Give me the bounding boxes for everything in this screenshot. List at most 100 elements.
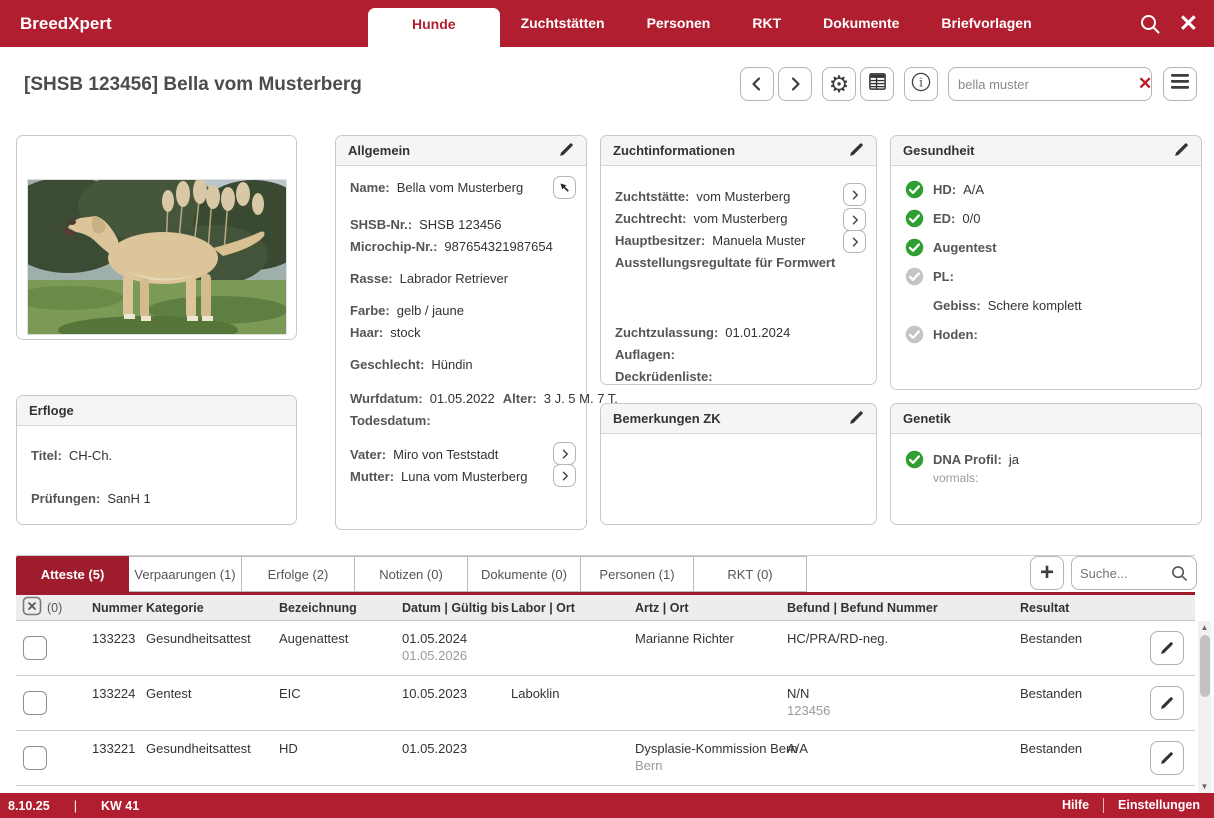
footer-separator: | <box>74 799 77 813</box>
edit-bemerkungen-button[interactable] <box>849 410 864 428</box>
genetik-card-header: Genetik <box>891 404 1201 434</box>
rasse-label: Rasse: <box>350 269 393 288</box>
col-datum[interactable]: Datum | Gültig bis <box>402 601 511 615</box>
allgemein-card: Allgemein Name: Bella vom Musterberg SHS… <box>335 135 587 530</box>
ed-label: ED: <box>933 211 955 226</box>
hoden-label: Hoden: <box>933 327 978 342</box>
scroll-up-arrow[interactable]: ▲ <box>1198 621 1211 634</box>
shsb-value: SHSB 123456 <box>419 215 501 234</box>
nav-tab-zuchtstaetten[interactable]: Zuchtstätten <box>500 0 626 47</box>
edit-row-button[interactable] <box>1150 631 1184 665</box>
settings-link[interactable]: Einstellungen <box>1104 793 1214 818</box>
col-bezeichnung[interactable]: Bezeichnung <box>279 601 402 615</box>
gear-icon: ⚙ <box>829 73 850 96</box>
cell-arzt: Marianne Richter <box>635 630 783 647</box>
farbe-label: Farbe: <box>350 301 390 320</box>
alter-label: Alter: <box>503 389 537 408</box>
goto-hauptbesitzer-button[interactable] <box>843 230 866 253</box>
dna-profil-value: ja <box>1009 452 1019 467</box>
vater-label: Vater: <box>350 445 386 464</box>
table-view-button[interactable] <box>860 67 894 101</box>
close-icon[interactable]: ✕ <box>1179 0 1198 47</box>
microchip-value: 987654321987654 <box>444 237 552 256</box>
col-kategorie[interactable]: Kategorie <box>146 601 279 615</box>
goto-zuchtstaette-button[interactable] <box>843 183 866 206</box>
gesundheit-card-title: Gesundheit <box>903 143 975 158</box>
zuchtinfo-card-title: Zuchtinformationen <box>613 143 735 158</box>
erfloge-card: Erfloge Titel:CH-Ch. Prüfungen:SanH 1 <box>16 395 297 525</box>
cell-kategorie: Gentest <box>146 676 279 730</box>
mutter-value: Luna vom Musterberg <box>401 467 527 486</box>
tab-dokumente[interactable]: Dokumente (0) <box>468 556 581 592</box>
nav-tab-personen[interactable]: Personen <box>626 0 732 47</box>
goto-mutter-button[interactable] <box>553 464 576 487</box>
table-scrollbar[interactable]: ▲ ▼ <box>1198 621 1211 793</box>
next-record-button[interactable] <box>778 67 812 101</box>
goto-zuchtrecht-button[interactable] <box>843 208 866 231</box>
detail-tabs: Atteste (5) Verpaarungen (1) Erfolge (2)… <box>16 556 807 592</box>
tab-erfolge[interactable]: Erfolge (2) <box>242 556 355 592</box>
edit-row-button[interactable] <box>1150 741 1184 775</box>
row-checkbox[interactable] <box>23 746 47 770</box>
tab-verpaarungen[interactable]: Verpaarungen (1) <box>129 556 242 592</box>
erfloge-card-title: Erfloge <box>29 403 74 418</box>
edit-allgemein-button[interactable] <box>559 142 574 160</box>
settings-button[interactable]: ⚙ <box>822 67 856 101</box>
edit-gesundheit-button[interactable] <box>1174 142 1189 160</box>
tab-notizen[interactable]: Notizen (0) <box>355 556 468 592</box>
info-button[interactable]: i <box>904 67 938 101</box>
haar-value: stock <box>390 323 420 342</box>
titel-label: Titel: <box>31 446 62 465</box>
haar-label: Haar: <box>350 323 383 342</box>
shsb-label: SHSB-Nr.: <box>350 215 412 234</box>
nav-tab-rkt[interactable]: RKT <box>731 0 802 47</box>
goto-vater-button[interactable] <box>553 442 576 465</box>
edit-zuchtinfo-button[interactable] <box>849 142 864 160</box>
nav-tab-briefvorlagen[interactable]: Briefvorlagen <box>920 0 1052 47</box>
record-search-input[interactable] <box>958 77 1134 92</box>
col-nummer[interactable]: Nummer <box>92 601 146 615</box>
cell-datum: 10.05.2023 <box>402 685 507 702</box>
clear-search-icon[interactable]: ✕ <box>1138 74 1152 94</box>
col-labor[interactable]: Labor | Ort <box>511 601 635 615</box>
record-search-box: ✕ <box>948 67 1152 101</box>
table-search-input[interactable] <box>1080 566 1160 581</box>
dna-profil-label: DNA Profil: <box>933 452 1002 467</box>
deselect-all-icon[interactable] <box>22 596 42 619</box>
cell-befund-nr: 123456 <box>787 702 1016 719</box>
row-checkbox[interactable] <box>23 636 47 660</box>
svg-text:i: i <box>919 75 923 89</box>
scrollbar-thumb[interactable] <box>1200 635 1210 697</box>
add-attest-button[interactable]: + <box>1030 556 1064 590</box>
table-row: 133224 Gentest EIC 10.05.2023 Laboklin N… <box>16 676 1195 731</box>
edit-row-button[interactable] <box>1150 686 1184 720</box>
name-value: Bella vom Musterberg <box>397 178 523 197</box>
search-icon <box>1171 565 1188 582</box>
col-befund[interactable]: Befund | Befund Nummer <box>787 601 1020 615</box>
col-arzt[interactable]: Artz | Ort <box>635 601 787 615</box>
check-pending-icon <box>905 325 924 344</box>
col-resultat[interactable]: Resultat <box>1020 601 1138 615</box>
app-brand: BreedXpert <box>20 0 112 47</box>
prev-record-button[interactable] <box>740 67 774 101</box>
cell-datum: 01.05.2024 <box>402 630 507 647</box>
hauptbesitzer-value: Manuela Muster <box>712 230 805 252</box>
tab-rkt[interactable]: RKT (0) <box>694 556 807 592</box>
search-icon[interactable] <box>1139 13 1161 35</box>
cell-arzt-ort: Bern <box>635 757 783 774</box>
selected-count: (0) <box>47 601 62 615</box>
scroll-down-arrow[interactable]: ▼ <box>1198 780 1211 793</box>
geschlecht-label: Geschlecht: <box>350 355 424 374</box>
nav-tab-dokumente[interactable]: Dokumente <box>802 0 920 47</box>
help-link[interactable]: Hilfe <box>1048 793 1103 818</box>
gesundheit-card-header: Gesundheit <box>891 136 1201 166</box>
zuchtrecht-label: Zuchtrecht: <box>615 208 687 230</box>
auflagen-label: Auflagen: <box>615 344 675 366</box>
tab-personen[interactable]: Personen (1) <box>581 556 694 592</box>
jump-to-record-button[interactable] <box>553 176 576 199</box>
nav-tab-hunde[interactable]: Hunde <box>368 8 500 47</box>
menu-button[interactable] <box>1163 67 1197 101</box>
table-search-box <box>1071 556 1197 590</box>
tab-atteste[interactable]: Atteste (5) <box>16 556 129 592</box>
row-checkbox[interactable] <box>23 691 47 715</box>
